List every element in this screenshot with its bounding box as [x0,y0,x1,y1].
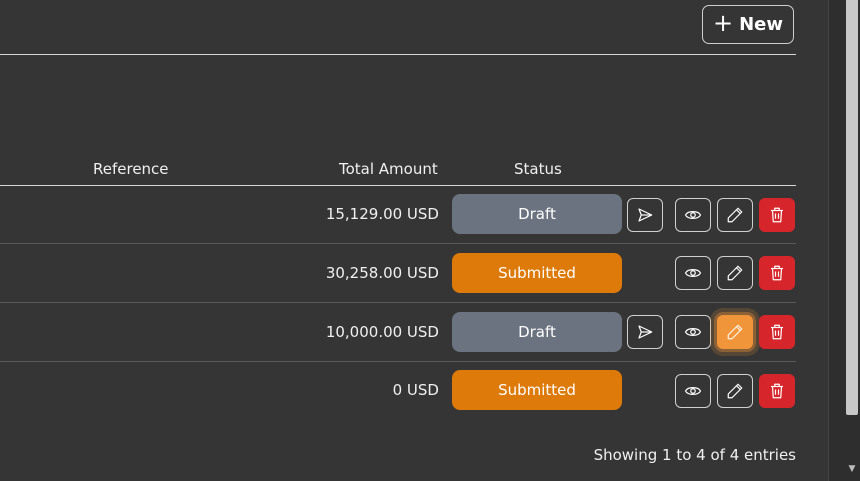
row-divider [0,243,796,244]
view-button[interactable] [675,198,711,232]
column-header-total-amount: Total Amount [339,160,438,178]
edit-button[interactable] [717,256,753,290]
trash-icon [771,324,783,340]
total-amount-cell: 15,129.00 USD [325,205,439,223]
scroll-down-arrow-icon[interactable]: ▼ [846,464,858,476]
eye-icon [684,387,702,395]
column-header-reference: Reference [93,160,169,178]
view-button[interactable] [675,374,711,408]
new-button[interactable]: + New [702,5,794,44]
total-amount-cell: 0 USD [392,381,439,399]
pencil-icon [727,207,743,223]
delete-button[interactable] [759,198,795,232]
trash-icon [771,383,783,399]
edit-button[interactable] [717,198,753,232]
eye-icon [684,211,702,219]
status-badge: Draft [452,312,622,352]
plus-icon: + [712,9,734,37]
trash-icon [771,207,783,223]
status-badge: Submitted [452,370,622,410]
pencil-icon [727,265,743,281]
send-icon [638,325,653,339]
header-divider [0,54,796,55]
eye-icon [684,269,702,277]
table-header-divider [0,185,796,186]
delete-button[interactable] [759,374,795,408]
send-button[interactable] [627,198,663,232]
delete-button[interactable] [759,315,795,349]
trash-icon [771,265,783,281]
row-divider [0,361,796,362]
status-badge: Submitted [452,253,622,293]
column-header-status: Status [514,160,562,178]
row-divider [0,302,796,303]
pencil-icon [727,324,743,340]
scrollbar-thumb[interactable] [846,0,858,415]
status-badge: Draft [452,194,622,234]
view-button[interactable] [675,315,711,349]
send-icon [638,208,653,222]
edit-button[interactable] [717,374,753,408]
view-button[interactable] [675,256,711,290]
pagination-info: Showing 1 to 4 of 4 entries [593,446,796,464]
edit-button[interactable] [717,315,753,349]
pencil-icon [727,383,743,399]
eye-icon [684,328,702,336]
send-button[interactable] [627,315,663,349]
total-amount-cell: 10,000.00 USD [325,323,439,341]
delete-button[interactable] [759,256,795,290]
total-amount-cell: 30,258.00 USD [325,264,439,282]
new-button-label: New [739,14,783,35]
